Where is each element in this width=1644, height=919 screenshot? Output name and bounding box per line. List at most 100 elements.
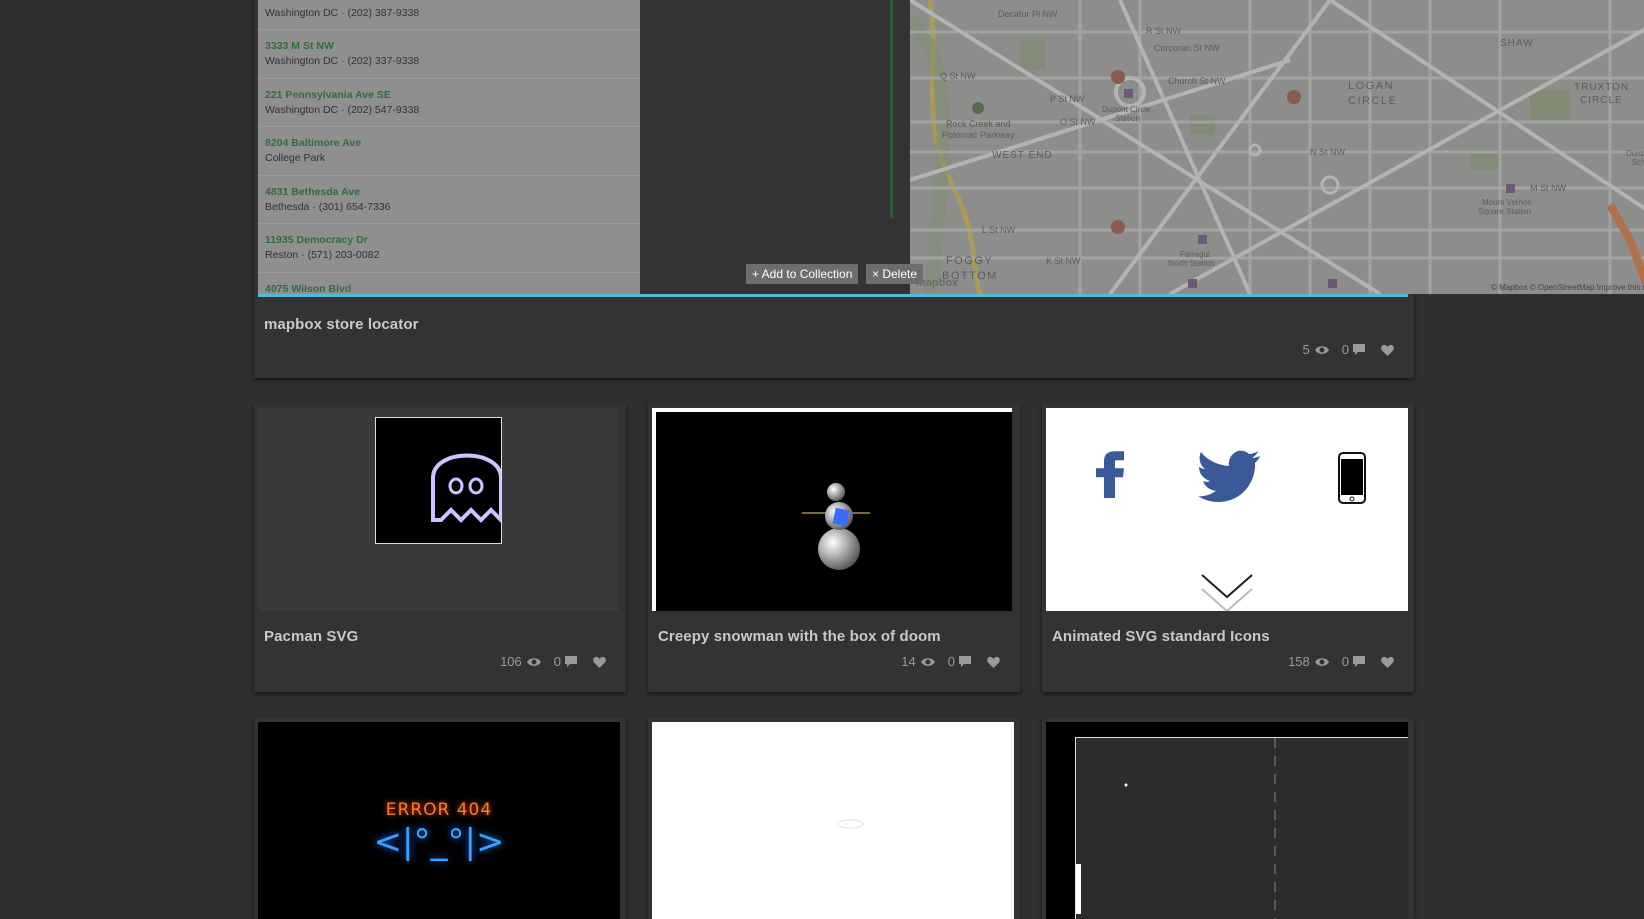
map-label: L St NW (982, 225, 1016, 235)
store-list[interactable]: Washington DC · (202) 387-9338 3333 M St… (258, 0, 640, 294)
card-thumbnail[interactable] (258, 408, 618, 611)
eye-icon (526, 657, 541, 666)
comments-count: 0 (1341, 342, 1349, 357)
pen-card[interactable]: ERROR 404 <|°_°|> (254, 718, 626, 919)
featured-card[interactable]: Washington DC · (202) 387-9338 3333 M St… (254, 0, 1644, 378)
card-thumbnail[interactable]: ERROR 404 <|°_°|> (258, 722, 620, 919)
comment-icon (1353, 344, 1365, 355)
comments-count: 0 (553, 654, 561, 669)
comment-icon (959, 656, 971, 667)
store-item[interactable]: 4831 Bethesda Ave Bethesda · (301) 654-7… (258, 176, 640, 224)
views-stat[interactable]: 14 (901, 654, 935, 669)
views-stat[interactable]: 106 (500, 654, 542, 669)
map[interactable]: Decatur Pl NW R St NW Corcoran St NW Chu… (910, 0, 1644, 294)
comment-icon (1353, 656, 1365, 667)
store-item[interactable]: 3333 M St NW Washington DC · (202) 337-9… (258, 30, 640, 79)
heart-icon[interactable] (593, 656, 606, 668)
like-stat[interactable] (983, 656, 1000, 668)
pen-card[interactable] (1042, 718, 1414, 919)
store-name[interactable]: 8204 Baltimore Ave (265, 127, 640, 149)
map-label: WEST END (992, 150, 1053, 161)
delete-button[interactable]: × Delete (866, 264, 924, 284)
card-thumbnail[interactable] (1046, 722, 1408, 919)
store-item[interactable]: 4075 Wilson Blvd (258, 273, 640, 295)
like-stat[interactable] (1377, 656, 1394, 668)
card-title[interactable]: Creepy snowman with the box of doom (658, 628, 941, 645)
card-thumbnail[interactable] (652, 408, 1012, 611)
views-stat[interactable]: 5 (1303, 342, 1330, 357)
comments-stat[interactable]: 0 (1342, 654, 1365, 669)
store-address: Washington DC · (202) 337-9338 (265, 55, 420, 67)
views-count: 158 (1288, 654, 1310, 669)
map-label: P St NW (1050, 94, 1085, 104)
pong-game-preview (1075, 737, 1408, 919)
list-scrollbar[interactable] (890, 0, 893, 218)
like-stat[interactable] (1377, 344, 1394, 356)
card-thumbnail[interactable] (652, 722, 1014, 919)
store-name[interactable]: 3333 M St NW (265, 30, 640, 52)
map-label: North Station (1168, 259, 1215, 268)
store-item[interactable]: 11935 Democracy Dr Reston · (571) 203-00… (258, 224, 640, 273)
card-title[interactable]: Pacman SVG (264, 628, 358, 645)
add-to-collection-button[interactable]: + Add to Collection (746, 264, 859, 284)
map-label: N St NW (1310, 147, 1345, 157)
snowman-icon (802, 483, 870, 570)
snowman-preview (656, 412, 1012, 611)
comments-stat[interactable]: 0 (554, 654, 577, 669)
pen-card[interactable]: Animated SVG standard Icons 158 0 (1042, 404, 1414, 692)
error-404-text: ERROR 404 (385, 800, 493, 820)
views-count: 106 (500, 654, 522, 669)
card-title[interactable]: Animated SVG standard Icons (1052, 628, 1270, 645)
comments-count: 0 (1341, 654, 1349, 669)
map-label: TRUXTON (1574, 82, 1630, 93)
heart-icon[interactable] (1381, 656, 1394, 668)
store-item[interactable]: Washington DC · (202) 387-9338 (258, 0, 640, 30)
map-label: Dupont Circle (1102, 105, 1151, 114)
pen-card[interactable]: Creepy snowman with the box of doom 14 0 (648, 404, 1020, 692)
card-stats: 106 0 (488, 654, 606, 669)
comments-stat[interactable]: 0 (948, 654, 971, 669)
store-address: Washington DC · (202) 547-9338 (265, 103, 420, 116)
map-label: School (1632, 158, 1644, 167)
eye-icon (920, 657, 935, 666)
map-label: O St NW (1060, 117, 1096, 127)
heart-icon[interactable] (987, 656, 1000, 668)
eye-icon (1314, 657, 1329, 666)
views-count: 5 (1302, 342, 1310, 357)
store-name[interactable]: 11935 Democracy Dr (265, 224, 640, 246)
comments-stat[interactable]: 0 (1342, 342, 1365, 357)
map-label: Farragut (1180, 250, 1211, 259)
store-address: Washington DC · (202) 387-9338 (265, 7, 420, 19)
store-item[interactable]: 8204 Baltimore Ave College Park (258, 127, 640, 176)
pen-card[interactable]: Pacman SVG 106 0 (254, 404, 626, 692)
map-label: Station (1115, 114, 1140, 123)
map-label: FOGGY (946, 255, 994, 267)
eye-icon (1314, 345, 1329, 354)
store-name[interactable]: 4075 Wilson Blvd (265, 273, 640, 295)
map-label: Church St NW (1168, 76, 1226, 86)
map-label: Decatur Pl NW (998, 9, 1058, 19)
pen-card[interactable] (648, 718, 1020, 919)
store-name[interactable]: 221 Pennsylvania Ave SE (265, 79, 640, 101)
map-label: Q St NW (940, 71, 976, 81)
map-label: Square Station (1478, 207, 1531, 216)
map-label: Corcoran St NW (1154, 43, 1220, 53)
like-stat[interactable] (589, 656, 606, 668)
views-stat[interactable]: 158 (1288, 654, 1330, 669)
store-name[interactable]: 4831 Bethesda Ave (265, 176, 640, 198)
map-label: LOGAN (1348, 80, 1395, 92)
store-item[interactable]: 221 Pennsylvania Ave SE Washington DC · … (258, 79, 640, 127)
card-thumbnail[interactable] (1046, 408, 1408, 611)
map-label: SHAW (1500, 38, 1534, 49)
heart-icon[interactable] (1381, 344, 1394, 356)
map-attribution[interactable]: © Mapbox © OpenStreetMap Improve this ma… (1491, 283, 1644, 292)
phone-icon (1338, 452, 1366, 504)
map-label: R St NW (1146, 26, 1181, 36)
map-label: CIRCLE (1580, 95, 1623, 106)
map-label: M St NW (1530, 183, 1566, 193)
card-title[interactable]: mapbox store locator (264, 316, 419, 333)
twitter-icon (1198, 450, 1260, 502)
map-label: K St NW (1046, 256, 1081, 266)
thumbnail-underline (258, 294, 1408, 297)
map-label: Potomac Parkway (942, 130, 1015, 140)
